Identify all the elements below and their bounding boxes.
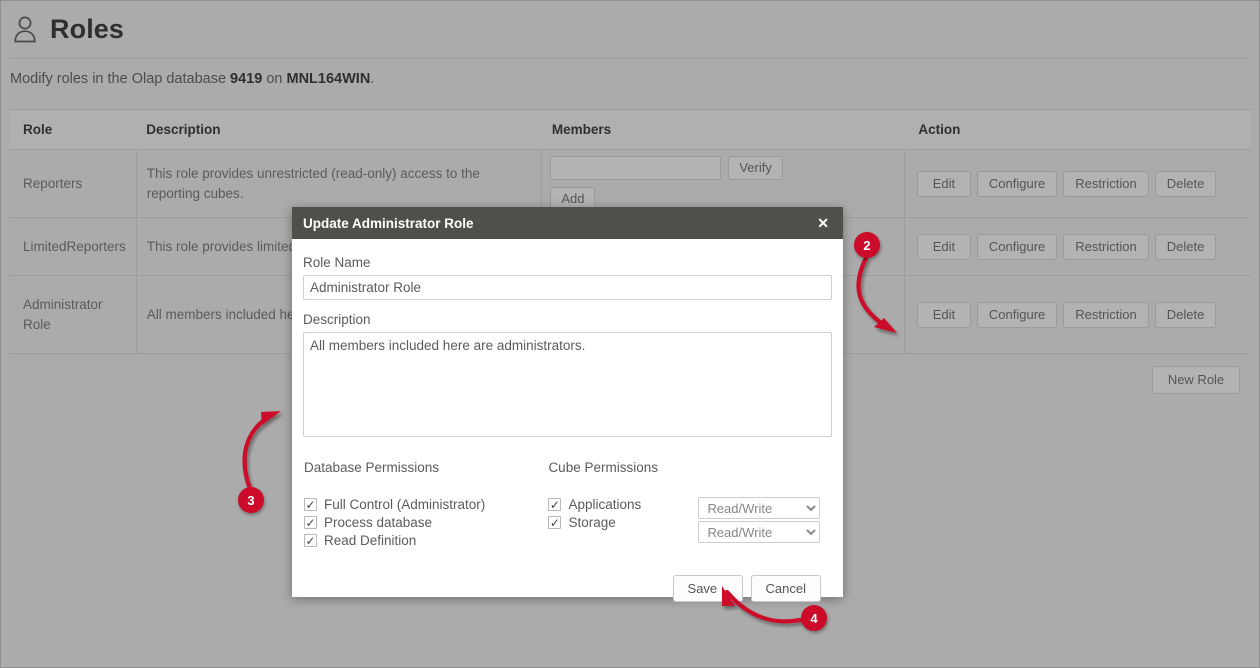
column-header-role: Role bbox=[9, 109, 137, 150]
page-header: Roles bbox=[0, 0, 1260, 44]
new-role-button[interactable]: New Role bbox=[1152, 366, 1240, 394]
description-label: Description bbox=[303, 312, 371, 327]
configure-button[interactable]: Configure bbox=[976, 170, 1058, 197]
column-header-action: Action bbox=[904, 109, 1251, 150]
annotation-badge-3: 3 bbox=[238, 487, 264, 513]
cell-actions: Edit Configure Restriction Delete bbox=[903, 217, 1251, 276]
cell-role-name: Administrator Role bbox=[9, 275, 137, 354]
database-permissions-heading: Database Permissions bbox=[304, 460, 440, 475]
cube-permissions-heading: Cube Permissions bbox=[548, 460, 658, 475]
checkbox-checked-icon[interactable]: ✓ bbox=[304, 534, 317, 547]
delete-button[interactable]: Delete bbox=[1154, 170, 1217, 197]
subtitle-prefix: Modify roles in the Olap database bbox=[10, 71, 231, 87]
permission-label: Applications bbox=[568, 497, 642, 512]
checkbox-checked-icon[interactable]: ✓ bbox=[548, 516, 562, 529]
column-header-description: Description bbox=[136, 109, 542, 150]
update-role-dialog: Update Administrator Role ✕ Role Name De… bbox=[292, 207, 843, 602]
cell-actions: Edit Configure Restriction Delete bbox=[903, 149, 1251, 218]
permission-label: Full Control (Administrator) bbox=[324, 497, 486, 512]
subtitle-middle: on bbox=[262, 71, 287, 87]
dialog-body: Role Name Description All members includ… bbox=[292, 239, 843, 602]
database-permissions-column: Database Permissions ✓ Full Control (Adm… bbox=[304, 460, 548, 551]
delete-button[interactable]: Delete bbox=[1154, 301, 1217, 328]
edit-button[interactable]: Edit bbox=[916, 233, 971, 260]
edit-button[interactable]: Edit bbox=[916, 301, 971, 328]
permission-row-process-database[interactable]: ✓ Process database bbox=[304, 515, 548, 530]
role-name-label: Role Name bbox=[303, 255, 371, 270]
restriction-button[interactable]: Restriction bbox=[1063, 301, 1149, 328]
permission-label: Process database bbox=[324, 515, 433, 530]
verify-button[interactable]: Verify bbox=[728, 156, 783, 180]
subtitle-database: 9419 bbox=[230, 71, 263, 87]
permission-label: Read Definition bbox=[324, 533, 417, 548]
cube-permissions-grid: ✓ Applications ✓ Storage Read/Write Read… bbox=[548, 497, 832, 545]
checkbox-checked-icon[interactable]: ✓ bbox=[548, 498, 562, 511]
person-icon bbox=[12, 14, 38, 44]
table-header: Role Description Members Action bbox=[9, 109, 1251, 150]
action-button-group: Edit Configure Restriction Delete bbox=[916, 233, 1241, 260]
subtitle-server: MNL164WIN bbox=[286, 71, 371, 87]
table-header-row: Role Description Members Action bbox=[9, 109, 1251, 150]
permission-row-read-definition[interactable]: ✓ Read Definition bbox=[304, 533, 548, 548]
dialog-title: Update Administrator Role bbox=[303, 215, 474, 231]
annotation-badge-2: 2 bbox=[854, 232, 880, 258]
delete-button[interactable]: Delete bbox=[1154, 233, 1217, 260]
storage-access-select[interactable]: Read/Write bbox=[698, 521, 821, 543]
configure-button[interactable]: Configure bbox=[976, 301, 1058, 328]
action-button-group: Edit Configure Restriction Delete bbox=[916, 301, 1241, 328]
members-verify-row: Verify bbox=[550, 156, 894, 180]
role-name-input[interactable] bbox=[303, 275, 832, 300]
cell-role-name: LimitedReporters bbox=[9, 217, 137, 276]
restriction-button[interactable]: Restriction bbox=[1063, 233, 1149, 260]
cell-role-name: Reporters bbox=[9, 149, 137, 218]
subtitle-suffix: . bbox=[370, 71, 375, 87]
permission-row-applications[interactable]: ✓ Applications bbox=[548, 497, 698, 512]
checkbox-checked-icon[interactable]: ✓ bbox=[304, 516, 317, 529]
cancel-button[interactable]: Cancel bbox=[750, 575, 821, 602]
dialog-footer: Save Cancel bbox=[303, 575, 832, 602]
save-button[interactable]: Save bbox=[672, 575, 743, 602]
cube-permission-labels: ✓ Applications ✓ Storage bbox=[548, 497, 698, 545]
arrow-step-3 bbox=[242, 411, 281, 492]
restriction-button[interactable]: Restriction bbox=[1063, 170, 1149, 197]
permission-label: Storage bbox=[568, 515, 616, 530]
description-textarea[interactable]: All members included here are administra… bbox=[303, 332, 832, 437]
edit-button[interactable]: Edit bbox=[916, 170, 971, 197]
applications-access-select[interactable]: Read/Write bbox=[698, 497, 821, 519]
action-button-group: Edit Configure Restriction Delete bbox=[916, 170, 1241, 197]
member-input[interactable] bbox=[550, 156, 722, 180]
cell-actions: Edit Configure Restriction Delete bbox=[903, 275, 1251, 354]
permission-row-full-control[interactable]: ✓ Full Control (Administrator) bbox=[304, 497, 548, 512]
column-header-members: Members bbox=[541, 109, 905, 150]
permissions-section: Database Permissions ✓ Full Control (Adm… bbox=[303, 460, 832, 551]
page-subtitle: Modify roles in the Olap database 9419 o… bbox=[0, 59, 1260, 87]
checkbox-checked-icon[interactable]: ✓ bbox=[304, 498, 317, 511]
dialog-title-bar: Update Administrator Role ✕ bbox=[292, 207, 843, 239]
cube-permissions-column: Cube Permissions ✓ Applications ✓ Storag… bbox=[548, 460, 832, 551]
close-icon[interactable]: ✕ bbox=[815, 214, 831, 232]
page-title: Roles bbox=[50, 13, 125, 44]
cube-permission-selects: Read/Write Read/Write bbox=[698, 497, 826, 545]
configure-button[interactable]: Configure bbox=[976, 233, 1058, 260]
permission-row-storage[interactable]: ✓ Storage bbox=[548, 515, 698, 530]
annotation-badge-4: 4 bbox=[801, 605, 827, 631]
